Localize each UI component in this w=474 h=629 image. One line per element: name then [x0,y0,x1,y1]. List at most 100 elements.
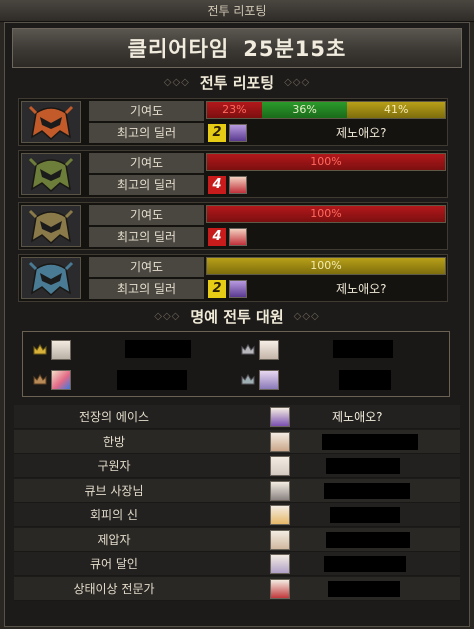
redacted-name [333,340,393,358]
award-row: 전장의 에이스 제노애오? [14,405,460,429]
red-helmet-icon [21,101,81,143]
top-dealer-label: 최고의 딜러 [89,279,204,299]
dealer-name: 제노애오? [336,126,387,140]
honor-header: ◇◇◇ 명예 전투 대원 ◇◇◇ [130,305,344,327]
award-row: 큐어 달인 [14,552,460,576]
contribution-bar: 100% [206,257,446,275]
award-title: 구원자 [97,459,131,473]
contribution-label: 기여도 [89,153,204,173]
silver-crown-icon [241,344,255,355]
award-title: 전장의 에이스 [78,410,150,424]
clear-time-banner: 클리어타임 25분15초 [12,28,462,68]
redacted-name [324,482,410,499]
top-dealer: 2 제노애오? [206,279,446,299]
top-dealer-label: 최고의 딜러 [89,227,204,247]
dealer-avatar [229,228,247,246]
avatar [259,340,279,360]
award-title: 회피의 신 [90,508,138,522]
award-row: 한방 [14,429,460,454]
dealer-rank-badge: 2 [208,280,226,298]
dealer-rank-badge: 4 [208,228,226,246]
award-title: 큐어 달인 [90,557,138,571]
green-helmet-icon [21,153,81,195]
gold-helmet-icon [21,205,81,247]
award-row: 상태이상 전문가 [14,576,460,601]
party-row: 기여도 최고의 딜러 23% 36% 41% 2 제노애오? [18,98,448,146]
avatar [51,370,71,390]
award-row: 제압자 [14,527,460,552]
redacted-name [330,507,400,523]
clear-time-label: 클리어타임 [127,37,230,61]
redacted-name [324,556,406,572]
avatar [270,456,290,476]
contribution-label: 기여도 [89,257,204,277]
redacted-name [328,580,400,597]
honor-deco-left: ◇◇◇ [154,310,181,322]
contribution-segment: 23% [207,102,262,118]
party-row: 기여도 최고의 딜러 100% 4 [18,150,448,198]
award-row: 회피의 신 [14,503,460,527]
award-title: 상태이상 전문가 [73,581,155,596]
report-header-text: 전투 리포팅 [199,73,275,92]
avatar [270,431,290,452]
top-dealer: 4 [206,227,446,247]
dealer-name: 제노애오? [336,282,387,296]
window-title: 전투 리포팅 [0,0,474,22]
honor-member-1[interactable] [33,340,71,360]
redacted-name [339,370,391,390]
top-dealer-label: 최고의 딜러 [89,175,204,195]
award-row: 큐브 사장님 [14,478,460,503]
dealer-avatar [229,124,247,142]
avatar [270,480,290,501]
avatar [270,554,290,574]
report-header: ◇◇◇ 전투 리포팅 ◇◇◇ [130,71,344,93]
award-row: 구원자 [14,454,460,478]
redacted-name [125,340,191,358]
honor-members-box [22,331,450,397]
contribution-bar: 100% [206,205,446,223]
contribution-label: 기여도 [89,101,204,121]
top-dealer: 2 제노애오? [206,123,446,143]
dealer-avatar [229,280,247,298]
award-title: 제압자 [97,532,131,547]
bronze-crown-icon [33,374,47,385]
contribution-segment: 41% [347,102,445,118]
avatar [51,340,71,360]
redacted-name [326,458,400,474]
avatar [270,529,290,550]
dealer-rank-badge: 2 [208,124,226,142]
avatar [270,578,290,599]
avatar [270,407,290,427]
top-dealer-label: 최고의 딜러 [89,123,204,143]
contribution-bar: 23% 36% 41% [206,101,446,119]
honor-member-2[interactable] [241,340,279,360]
contribution-segment: 100% [207,154,445,170]
honor-deco-right: ◇◇◇ [293,310,320,322]
header-deco-left: ◇◇◇ [163,76,190,88]
award-title: 한방 [102,434,126,449]
contribution-bar: 100% [206,153,446,171]
avatar [259,370,279,390]
redacted-name [117,370,187,390]
award-title: 큐브 사장님 [84,483,144,498]
redacted-name [326,531,410,548]
contribution-label: 기여도 [89,205,204,225]
clear-time-value: 25분15초 [243,37,347,61]
award-winner-name: 제노애오? [332,410,383,424]
honor-header-text: 명예 전투 대원 [190,307,284,326]
avatar [270,505,290,525]
party-row: 기여도 최고의 딜러 100% 2 제노애오? [18,254,448,302]
contribution-segment: 100% [207,206,445,222]
top-dealer: 4 [206,175,446,195]
contribution-segment: 100% [207,258,445,274]
gold-crown-icon [33,344,47,355]
dealer-avatar [229,176,247,194]
silver-crown-icon [241,374,255,385]
blue-helmet-icon [21,257,81,299]
honor-member-3[interactable] [33,370,71,390]
header-deco-right: ◇◇◇ [284,76,311,88]
party-row: 기여도 최고의 딜러 100% 4 [18,202,448,250]
contribution-segment: 36% [261,102,348,118]
redacted-name [322,433,418,450]
honor-member-4[interactable] [241,370,279,390]
